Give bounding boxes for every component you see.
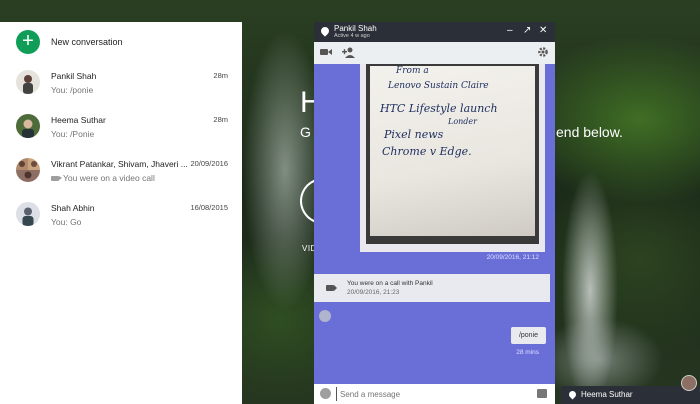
conversation-time: 28m [213,71,228,80]
account-avatar[interactable] [681,375,697,391]
new-conversation-label: New conversation [51,37,123,47]
video-call-icon [326,285,337,291]
conversation-preview: You: /Ponie [51,129,95,139]
conversation-preview: You: /ponie [51,85,94,95]
conversation-name: Shah Abhin [51,203,95,213]
handwritten-note-photo[interactable]: From a Lenovo Sustain Claire HTC Lifesty… [366,64,539,244]
plus-icon[interactable]: + [16,30,40,54]
minimize-icon[interactable]: – [507,25,513,37]
video-call-icon [51,175,62,181]
emoji-icon[interactable] [320,388,331,399]
avatar [16,202,40,226]
call-notice: You were on a call with Pankil 20/09/201… [314,274,550,302]
conversation-list: + New conversation Pankil Shah 28m You: … [0,22,242,404]
location-pin-icon [319,25,331,37]
conversation-name: Pankil Shah [51,71,97,81]
background-subtitle-left: G [300,124,311,140]
note-line: Pixel news [384,128,444,141]
avatar [16,114,40,138]
group-avatar [16,158,40,182]
note-line: From a [396,66,429,76]
conversation-preview: You: Go [51,217,82,227]
conversation-item[interactable]: Pankil Shah 28m You: /ponie [0,62,242,106]
contact-avatar [319,310,331,322]
video-call-icon[interactable] [320,47,332,57]
image-timestamp: 20/09/2016, 21:12 [486,254,539,261]
message-input[interactable] [336,387,526,401]
note-line: Lenovo Sustain Claire [388,81,489,91]
conversation-item[interactable]: Heema Suthar 28m You: /Ponie [0,106,242,150]
message-composer [314,384,555,404]
image-message[interactable]: From a Lenovo Sustain Claire HTC Lifesty… [360,64,545,252]
gear-icon[interactable] [537,46,549,58]
conversation-time: 16/08/2015 [190,203,228,212]
note-line: Chrome v Edge. [382,145,472,158]
note-line: HTC Lifestyle launch [380,102,498,115]
chat-title-bar[interactable]: Pankil Shah Active 4 w ago – ↗ ✕ [314,22,555,42]
conversation-name: Heema Suthar [51,115,106,125]
message-time: 28 mins [516,349,539,356]
chat-window: Pankil Shah Active 4 w ago – ↗ ✕ From a … [314,22,555,404]
note-paper: From a Lenovo Sustain Claire HTC Lifesty… [370,66,535,236]
popout-icon[interactable]: ↗ [523,25,531,37]
chat-status: Active 4 w ago [334,33,370,39]
message-bubble: /ponie [511,327,546,344]
conversation-name: Vikrant Patankar, Shivam, Jhaveri ... [51,159,188,169]
minimized-chat-tab[interactable]: Heema Suthar [561,386,700,404]
conversation-item[interactable]: Shah Abhin 16/08/2015 You: Go [0,194,242,238]
call-notice-text: You were on a call with Pankil [347,280,433,287]
chat-toolbar [314,42,555,64]
chat-contact-name: Pankil Shah [334,24,377,33]
avatar [16,70,40,94]
image-upload-icon[interactable] [537,389,547,398]
new-conversation-button[interactable]: + New conversation [0,22,242,62]
location-pin-icon [567,389,578,400]
conversation-preview-text: You were on a video call [63,173,155,183]
note-line: Londer [448,117,477,126]
add-person-icon[interactable] [342,47,356,58]
conversation-time: 20/09/2016 [190,159,228,168]
conversation-time: 28m [213,115,228,124]
conversation-preview: You were on a video call [51,173,155,183]
call-notice-timestamp: 20/09/2016, 21:23 [347,289,400,296]
conversation-item[interactable]: Vikrant Patankar, Shivam, Jhaveri ... 20… [0,150,242,194]
minimized-chat-name: Heema Suthar [581,390,633,399]
close-icon[interactable]: ✕ [539,25,547,37]
background-subtitle-right: end below. [556,124,623,140]
